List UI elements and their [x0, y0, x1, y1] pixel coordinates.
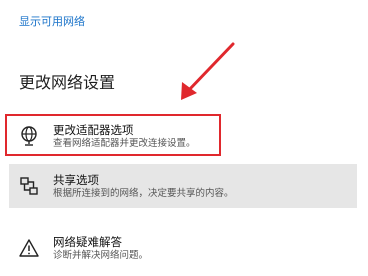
item-description: 诊断并解决网络问题。 [53, 249, 149, 261]
sharing-options-item[interactable]: 共享选项 根据所连接到的网络，决定要共享的内容。 [9, 164, 357, 208]
warning-triangle-icon [17, 236, 41, 260]
section-title: 更改网络设置 [19, 73, 116, 92]
change-adapter-options-item[interactable]: 更改适配器选项 查看网络适配器并更改连接设置。 [9, 114, 357, 158]
sharing-icon [17, 174, 41, 198]
network-troubleshooter-item[interactable]: 网络疑难解答 诊断并解决网络问题。 [9, 226, 357, 270]
show-available-networks-link[interactable]: 显示可用网络 [19, 13, 85, 29]
network-settings-page: 显示可用网络 更改网络设置 更改适配器选项 查看网络适配器并更改连接设置。 共享… [0, 0, 368, 276]
item-title: 更改适配器选项 [53, 122, 134, 137]
change-adapter-options-text: 更改适配器选项 查看网络适配器并更改连接设置。 [53, 123, 196, 150]
item-description: 查看网络适配器并更改连接设置。 [53, 137, 196, 149]
item-title: 共享选项 [53, 172, 99, 187]
item-title: 网络疑难解答 [53, 234, 122, 249]
network-troubleshooter-text: 网络疑难解答 诊断并解决网络问题。 [53, 235, 148, 262]
network-adapter-globe-icon [17, 124, 41, 148]
item-description: 根据所连接到的网络，决定要共享的内容。 [53, 187, 234, 199]
sharing-options-text: 共享选项 根据所连接到的网络，决定要共享的内容。 [53, 173, 234, 200]
